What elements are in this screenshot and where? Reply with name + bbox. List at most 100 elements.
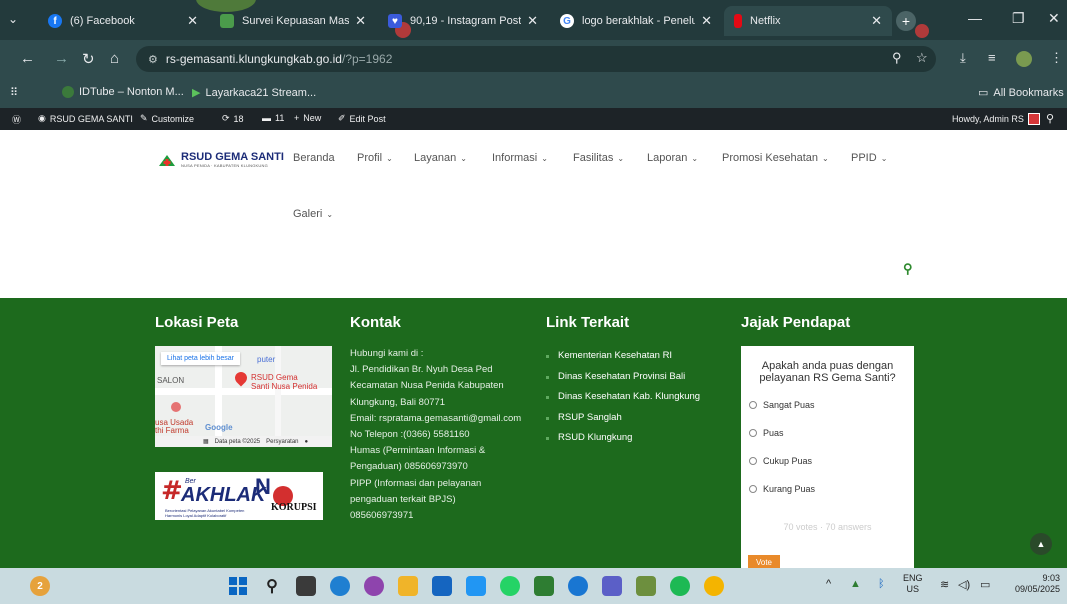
spotify-icon[interactable] [670,576,690,596]
whatsapp-icon[interactable] [500,576,520,596]
battery-icon[interactable]: ▭ [980,578,990,591]
tray-app-icon[interactable]: ▲ [850,578,861,590]
chrome-icon[interactable] [704,576,724,596]
download-icon[interactable]: ⤓ [960,50,966,66]
close-window-icon[interactable]: ✕ [1048,10,1060,27]
wp-customize[interactable]: ✎ Customize [140,113,194,124]
reading-list-icon[interactable]: ≡ [988,50,996,65]
restore-icon[interactable]: ❐ [1012,10,1025,27]
tab-netflix[interactable]: Netflix ✕ [724,6,892,36]
zoom-icon[interactable]: ⚲ [892,50,902,66]
forward-icon[interactable]: → [54,50,69,67]
search-icon[interactable]: ⚲ [903,261,913,277]
home-icon[interactable]: ⌂ [110,50,119,67]
language-indicator[interactable]: ENG US [903,573,923,595]
outlook-icon[interactable] [466,576,486,596]
link-rsud-klungkung[interactable]: RSUD Klungkung [546,428,700,449]
radio-button[interactable] [749,401,757,409]
tab-facebook[interactable]: f (6) Facebook ✕ [38,6,208,36]
site-logo[interactable]: RSUD GEMA SANTI NUSA PENIDA · KABUPATEN … [157,152,284,168]
nav-informasi[interactable]: Informasi ⌄ [492,152,548,164]
wifi-icon[interactable]: ≋ [940,578,949,591]
chevron-down-icon: ⌄ [326,210,334,219]
larger-map-link[interactable]: Lihat peta lebih besar [161,352,240,365]
start-windows-icon[interactable] [228,576,248,596]
teams-icon[interactable] [602,576,622,596]
radio-button[interactable] [749,457,757,465]
site-info-icon[interactable]: ⚙ [148,53,158,66]
nav-ppid[interactable]: PPID ⌄ [851,152,887,164]
edge-icon[interactable] [330,576,350,596]
bluetooth-icon[interactable]: ᛒ [878,578,885,590]
reload-icon[interactable]: ↻ [82,50,95,68]
apps-grid-icon[interactable]: ⠿ [10,86,18,99]
map-terms-link[interactable]: Persyaratan [266,439,298,445]
akhlak-caption: Berorientasi Pelayanan Akuntabel Kompete… [165,508,245,518]
wp-edit-post[interactable]: ✐ Edit Post [338,113,386,124]
bookmark-idtube[interactable]: IDTube – Nonton M... [62,86,184,98]
wp-updates[interactable]: ⟳ 18 [222,113,244,124]
poll-option-puas[interactable]: Puas [749,428,784,438]
poll-option-kurang-puas[interactable]: Kurang Puas [749,484,815,494]
wp-comments[interactable]: ▬ 11 [262,113,284,123]
close-tab-icon[interactable]: ✕ [355,13,366,29]
radio-button[interactable] [749,429,757,437]
url-host: rs-gemasanti.klungkungkab.go.id [165,52,342,66]
task-view-icon[interactable] [296,576,316,596]
address-bar[interactable]: ⚙ rs-gemasanti.klungkungkab.go.id/?p=196… [136,46,936,72]
link-kemenkes[interactable]: Kementerian Kesehatan RI [546,346,700,367]
nav-promosi-kesehatan[interactable]: Promosi Kesehatan ⌄ [722,152,829,164]
nav-label: Laporan [647,152,688,164]
link-rsup-sanglah[interactable]: RSUP Sanglah [546,408,700,429]
close-tab-icon[interactable]: ✕ [187,13,198,29]
vote-button[interactable]: Vote [748,555,780,568]
volume-icon[interactable]: ◁) [958,578,970,591]
close-tab-icon[interactable]: ✕ [527,13,538,29]
nav-layanan[interactable]: Layanan ⌄ [414,152,467,164]
scroll-to-top-button[interactable]: ▲ [1030,533,1052,555]
nav-profil[interactable]: Profil ⌄ [357,152,393,164]
nav-laporan[interactable]: Laporan ⌄ [647,152,698,164]
bookmark-layarkaca[interactable]: ▶ Layarkaca21 Stream... [192,86,316,100]
photo-app-icon[interactable] [636,576,656,596]
wordpress-icon[interactable]: Ⓦ [12,113,21,126]
profile-avatar[interactable] [1016,51,1032,67]
google-map-embed[interactable]: Lihat peta lebih besar puter SALON RSUD … [155,346,332,447]
nav-label: Profil [357,152,383,164]
nav-galeri[interactable]: Galeri ⌄ [293,208,333,220]
wp-new[interactable]: + New [294,113,321,123]
file-explorer-icon[interactable] [398,576,418,596]
close-tab-icon[interactable]: ✕ [701,13,712,29]
wp-account[interactable]: Howdy, Admin RS [952,113,1040,125]
game-app-icon[interactable] [534,576,554,596]
all-bookmarks[interactable]: ▭ All Bookmarks [978,86,1064,100]
browser-menu-icon[interactable]: ⋮ [1050,50,1063,66]
close-tab-icon[interactable]: ✕ [871,13,882,29]
nav-beranda[interactable]: Beranda [293,152,335,164]
minimize-icon[interactable]: — [968,10,982,26]
wp-new-label: New [303,113,322,123]
back-icon[interactable]: ← [20,50,35,67]
tab-google-search[interactable]: G logo berakhlak - Penelusuran ✕ [550,6,722,36]
search-icon[interactable]: ⚲ [262,576,282,596]
copilot-icon[interactable] [364,576,384,596]
wp-site-name[interactable]: ◉ RSUD GEMA SANTI [38,113,133,124]
notification-app-icon[interactable]: 2 [30,576,50,596]
link-dinkes-klungkung[interactable]: Dinas Kesehatan Kab. Klungkung [546,387,700,408]
chevron-up-icon[interactable]: ^ [826,578,831,590]
radio-button[interactable] [749,485,757,493]
new-tab-button[interactable]: + [896,11,916,31]
tab-instagram-post[interactable]: ♥ 90,19 - Instagram Post - ✕ [378,6,548,36]
nav-fasilitas[interactable]: Fasilitas ⌄ [573,152,624,164]
clock[interactable]: 9:03 09/05/2025 [1005,573,1060,595]
app-icon[interactable] [568,576,588,596]
wp-search-icon[interactable]: ⚲ [1046,112,1054,125]
poll-option-sangat-puas[interactable]: Sangat Puas [749,400,815,410]
tab-search-chevron-icon[interactable]: ⌄ [8,12,18,26]
poll-option-cukup-puas[interactable]: Cukup Puas [749,456,812,466]
store-icon[interactable] [432,576,452,596]
tab-survei[interactable]: Survei Kepuasan Masyarakat ✕ [210,6,376,36]
bookmark-star-icon[interactable]: ☆ [916,50,928,66]
link-dinkes-bali[interactable]: Dinas Kesehatan Provinsi Bali [546,367,700,388]
berakhlak-banner[interactable]: # Ber AKHLAK Berorientasi Pelayanan Akun… [155,472,323,520]
